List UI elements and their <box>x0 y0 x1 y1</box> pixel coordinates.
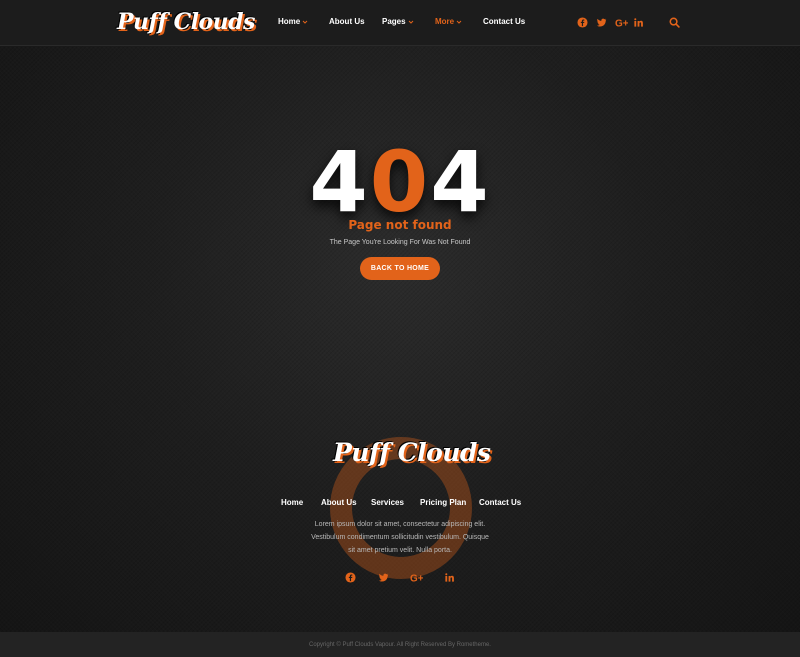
back-to-home-button[interactable]: BACK TO HOME <box>360 257 440 280</box>
facebook-icon[interactable] <box>577 17 588 28</box>
svg-text:G+: G+ <box>615 19 628 29</box>
google-plus-icon[interactable]: G+ <box>615 17 628 29</box>
search-icon[interactable] <box>669 17 680 28</box>
footer-text-line: Vestibulum condimentum sollicitudin vest… <box>311 534 489 541</box>
twitter-icon[interactable] <box>596 17 607 28</box>
chevron-down-icon <box>408 20 413 24</box>
error-code-digit: 4 <box>309 133 370 231</box>
copyright-bar: Copyright © Puff Clouds Vapour. All Righ… <box>0 632 800 657</box>
error-title: Page not found <box>348 218 452 232</box>
linkedin-icon[interactable] <box>633 17 644 28</box>
footer-nav-services[interactable]: Services <box>371 498 404 507</box>
error-code-digit-accent: 0 <box>369 133 431 231</box>
footer-nav-home[interactable]: Home <box>281 498 303 507</box>
footer-nav-contact[interactable]: Contact Us <box>479 498 521 507</box>
nav-item-label: Contact Us <box>483 17 526 26</box>
error-section: 404 Page not found The Page You're Looki… <box>0 140 800 246</box>
nav-item-contact[interactable]: Contact Us <box>483 17 525 26</box>
footer-text-line: sit amet pretium velit. Nulla porta. <box>348 547 452 554</box>
footer-logo[interactable]: Puff Clouds <box>333 438 491 467</box>
linkedin-icon[interactable] <box>444 572 455 583</box>
footer-nav-about[interactable]: About Us <box>321 498 357 507</box>
nav-item-pages[interactable]: Pages <box>382 17 414 26</box>
nav-item-home[interactable]: Home <box>278 17 308 26</box>
nav-item-more[interactable]: More <box>435 17 462 26</box>
chevron-down-icon <box>456 20 462 24</box>
nav-item-about[interactable]: About Us <box>329 17 365 26</box>
nav-item-label: More <box>435 17 455 26</box>
site-header: Puff Clouds Home About Us Pages More Con… <box>0 0 800 46</box>
error-code-digit: 4 <box>430 133 491 231</box>
twitter-icon[interactable] <box>378 572 389 583</box>
google-plus-icon[interactable]: G+ <box>410 572 423 584</box>
nav-item-label: Home <box>278 17 301 26</box>
chevron-down-icon <box>302 20 308 24</box>
footer-description: Lorem ipsum dolor sit amet, consectetur … <box>300 518 500 557</box>
error-subtitle: The Page You're Looking For Was Not Foun… <box>329 239 471 246</box>
footer-nav-pricing[interactable]: Pricing Plan <box>420 498 466 507</box>
nav-item-label: About Us <box>329 17 365 26</box>
nav-item-label: Pages <box>382 17 406 26</box>
copyright-text: Copyright © Puff Clouds Vapour. All Righ… <box>309 641 491 648</box>
footer-text-line: Lorem ipsum dolor sit amet, consectetur … <box>314 521 486 528</box>
svg-text:G+: G+ <box>410 574 423 584</box>
header-logo[interactable]: Puff Clouds <box>117 9 255 35</box>
error-code: 404 <box>0 140 800 224</box>
facebook-icon[interactable] <box>345 572 356 583</box>
